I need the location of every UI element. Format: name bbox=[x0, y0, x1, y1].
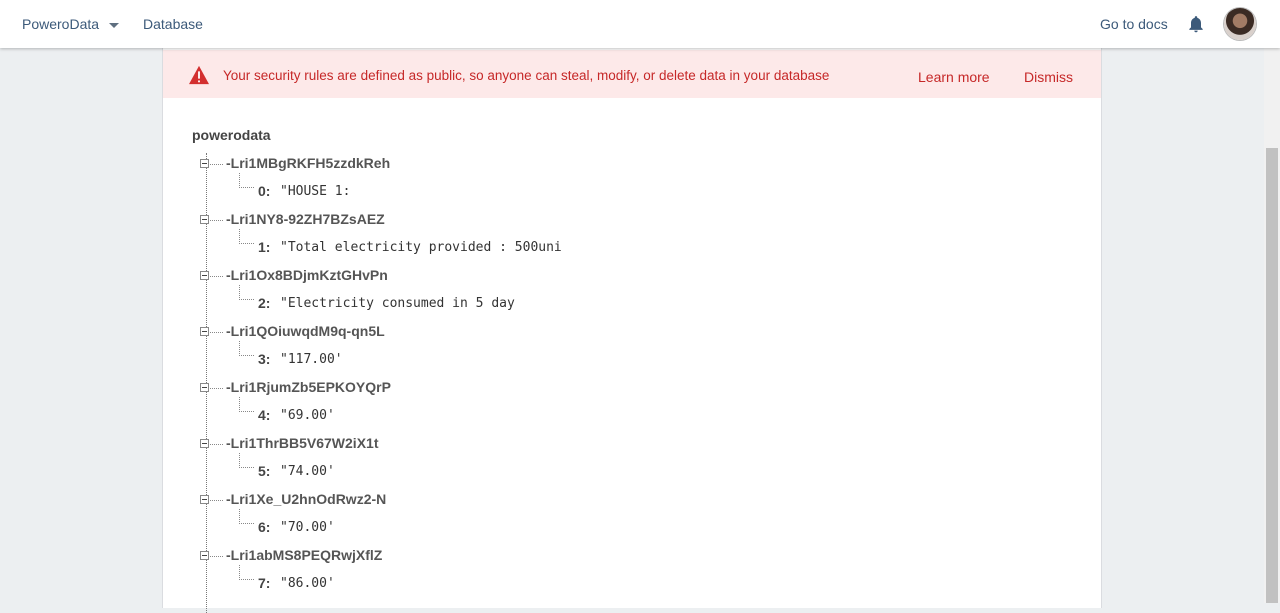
tree-node: -Lri1MBgRKFH5zzdkReh 0: "HOUSE 1: bbox=[163, 155, 1063, 211]
node-key[interactable]: -Lri1NY8-92ZH7BZsAEZ bbox=[226, 211, 385, 227]
node-key[interactable]: -Lri1MBgRKFH5zzdkReh bbox=[226, 155, 390, 171]
dismiss-button[interactable]: Dismiss bbox=[1024, 69, 1073, 85]
warning-message: Your security rules are defined as publi… bbox=[223, 68, 830, 83]
avatar[interactable] bbox=[1224, 8, 1256, 40]
child-index: 7: bbox=[258, 575, 271, 591]
warning-icon bbox=[189, 65, 209, 85]
child-index: 6: bbox=[258, 519, 271, 535]
child-index: 1: bbox=[258, 239, 271, 255]
child-value[interactable]: "86.00' bbox=[280, 576, 335, 591]
security-warning-banner: Your security rules are defined as publi… bbox=[163, 50, 1101, 98]
tree-node: -Lri1Xe_U2hnOdRwz2-N 6: "70.00' bbox=[163, 491, 1063, 547]
child-value[interactable]: "69.00' bbox=[280, 408, 335, 423]
database-tab[interactable]: Database bbox=[143, 16, 203, 32]
collapse-toggle-icon[interactable] bbox=[200, 271, 209, 280]
project-selector[interactable]: PoweroData bbox=[22, 16, 120, 32]
child-value[interactable]: "HOUSE 1: bbox=[280, 184, 350, 199]
tree-node: -Lri1abMS8PEQRwjXflZ 7: "86.00' bbox=[163, 547, 1063, 603]
collapse-toggle-icon[interactable] bbox=[200, 439, 209, 448]
child-value[interactable]: "74.00' bbox=[280, 464, 335, 479]
child-index: 0: bbox=[258, 183, 271, 199]
tree-node: -Lri1QOiuwqdM9q-qn5L 3: "117.00' bbox=[163, 323, 1063, 379]
child-value[interactable]: "Total electricity provided : 500uni bbox=[280, 240, 562, 255]
top-app-bar: PoweroData Database Go to docs bbox=[0, 0, 1280, 48]
child-index: 5: bbox=[258, 463, 271, 479]
node-key[interactable]: -Lri1ThrBB5V67W2iX1t bbox=[226, 435, 378, 451]
collapse-toggle-icon[interactable] bbox=[200, 215, 209, 224]
learn-more-button[interactable]: Learn more bbox=[918, 69, 990, 85]
scrollbar-thumb[interactable] bbox=[1266, 148, 1278, 603]
tree-node: -Lri1ThrBB5V67W2iX1t 5: "74.00' bbox=[163, 435, 1063, 491]
collapse-toggle-icon[interactable] bbox=[200, 495, 209, 504]
collapse-toggle-icon[interactable] bbox=[200, 383, 209, 392]
collapse-toggle-icon[interactable] bbox=[200, 159, 209, 168]
tree-node: -Lri1Ox8BDjmKztGHvPn 2: "Electricity con… bbox=[163, 267, 1063, 323]
node-key[interactable]: -Lri1Ox8BDjmKztGHvPn bbox=[226, 267, 388, 283]
tree-node: -Lri1RjumZb5EPKOYQrP 4: "69.00' bbox=[163, 379, 1063, 435]
tree-node: -Lri1NY8-92ZH7BZsAEZ 1: "Total electrici… bbox=[163, 211, 1063, 267]
node-key[interactable]: -Lri1RjumZb5EPKOYQrP bbox=[226, 379, 391, 395]
child-index: 4: bbox=[258, 407, 271, 423]
project-name: PoweroData bbox=[22, 16, 100, 32]
child-index: 2: bbox=[258, 295, 271, 311]
child-value[interactable]: "117.00' bbox=[280, 352, 343, 367]
node-key[interactable]: -Lri1abMS8PEQRwjXflZ bbox=[226, 547, 382, 563]
collapse-toggle-icon[interactable] bbox=[200, 327, 209, 336]
tree-root[interactable]: powerodata bbox=[192, 127, 271, 143]
child-index: 3: bbox=[258, 351, 271, 367]
child-value[interactable]: "Electricity consumed in 5 day bbox=[280, 296, 515, 311]
database-panel: Your security rules are defined as publi… bbox=[162, 48, 1102, 613]
bell-icon[interactable] bbox=[1186, 14, 1206, 34]
child-value[interactable]: "70.00' bbox=[280, 520, 335, 535]
go-to-docs-link[interactable]: Go to docs bbox=[1100, 16, 1168, 32]
collapse-toggle-icon[interactable] bbox=[200, 551, 209, 560]
chevron-down-icon bbox=[109, 22, 120, 28]
node-key[interactable]: -Lri1Xe_U2hnOdRwz2-N bbox=[226, 491, 386, 507]
node-key[interactable]: -Lri1QOiuwqdM9q-qn5L bbox=[226, 323, 385, 339]
